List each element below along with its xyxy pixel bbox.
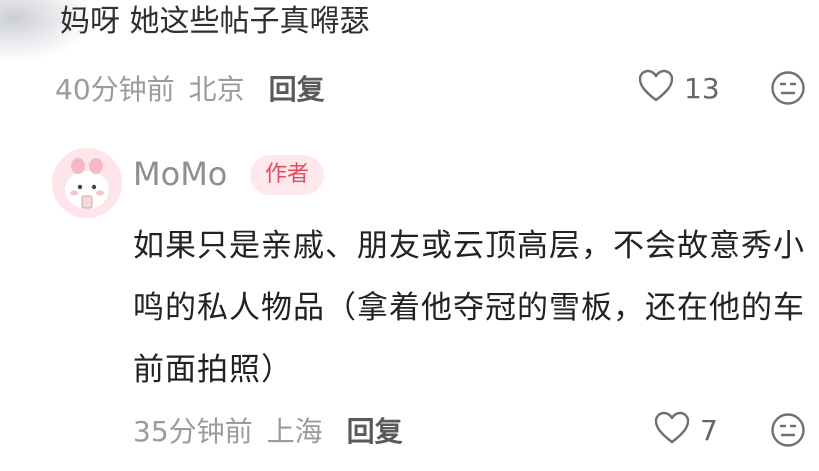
- top-comment-like-count: 13: [684, 71, 720, 105]
- neutral-face-icon: [770, 413, 806, 452]
- reply-comment-reply-button[interactable]: 回复: [347, 410, 403, 450]
- top-comment-location: 北京: [188, 73, 245, 106]
- author-badge: 作者: [250, 155, 325, 195]
- top-comment-text: 妈呀 她这些帖子真嘚瑟: [60, 4, 370, 39]
- reply-comment-text: 如果只是亲戚、朋友或云顶高层，不会故意秀小鸣的私人物品（拿着他夺冠的雪板，还在他…: [133, 228, 805, 388]
- reply-comment-like-button[interactable]: 7: [654, 410, 718, 450]
- reply-comment-time: 35分钟前: [133, 415, 253, 448]
- reply-comment-meta: 35分钟前 上海 回复: [133, 410, 403, 450]
- top-comment-reply-button[interactable]: 回复: [269, 68, 325, 108]
- reply-comment-dislike-button[interactable]: [770, 412, 806, 448]
- reply-comment-like-count: 7: [700, 413, 718, 447]
- author-avatar[interactable]: [52, 148, 122, 218]
- author-name[interactable]: MoMo: [133, 152, 227, 196]
- neutral-face-icon: [770, 71, 806, 110]
- top-comment-time: 40分钟前: [55, 73, 175, 106]
- reply-comment-location: 上海: [266, 415, 323, 448]
- top-comment-like-button[interactable]: 13: [638, 68, 720, 108]
- heart-outline-icon: [638, 69, 674, 107]
- top-comment-dislike-button[interactable]: [770, 70, 806, 106]
- heart-outline-icon: [654, 411, 690, 449]
- top-comment-meta: 40分钟前 北京 回复: [55, 68, 325, 108]
